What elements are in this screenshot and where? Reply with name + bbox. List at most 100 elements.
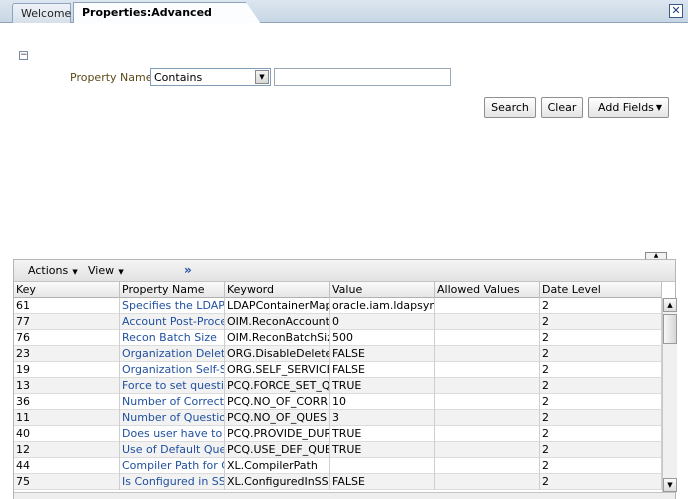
table-footer [14, 492, 675, 499]
property-name-link[interactable]: Recon Batch Size [120, 330, 225, 346]
property-name-label: Property Name [70, 71, 153, 84]
value-cell: FALSE [330, 346, 435, 362]
value-cell: TRUE [330, 442, 435, 458]
date-level-cell: 2 [540, 346, 662, 362]
key-cell: 23 [14, 346, 120, 362]
scroll-thumb[interactable] [663, 314, 677, 344]
property-name-link[interactable]: Does user have to pro [120, 426, 225, 442]
table-row[interactable]: 76 Recon Batch Size OIM.ReconBatchSize 500 2 [14, 330, 662, 346]
value-cell: FALSE [330, 362, 435, 378]
table-row[interactable]: 13Force to set questionPCQ.FORCE_SET_QUT… [14, 378, 662, 394]
scroll-down-icon[interactable]: ▼ [663, 478, 677, 492]
scroll-up-icon[interactable]: ▲ [663, 298, 677, 312]
key-cell: 19 [14, 362, 120, 378]
property-name-link[interactable]: Is Configured in SSI M [120, 474, 225, 490]
property-name-link[interactable]: Account Post-Process [120, 314, 225, 330]
table-row[interactable]: 75Is Configured in SSI MXL.ConfiguredInS… [14, 474, 662, 490]
chevron-down-icon: ▼ [655, 103, 662, 112]
operator-select-value: Contains [154, 71, 203, 84]
property-name-link[interactable]: Organization Delete/D [120, 346, 225, 362]
allowed-values-cell [435, 362, 540, 378]
value-cell: 0 [330, 314, 435, 330]
date-level-cell: 2 [540, 378, 662, 394]
column-header-key[interactable]: Key [14, 282, 120, 298]
keyword-cell: PCQ.NO_OF_CORRE [227, 394, 330, 410]
value-cell: TRUE [330, 426, 435, 442]
clear-button[interactable]: Clear [541, 97, 583, 118]
more-actions-icon[interactable]: » [184, 263, 192, 277]
property-name-link[interactable]: Force to set question [120, 378, 225, 394]
tab-welcome[interactable]: Welcome [12, 3, 71, 23]
allowed-values-cell [435, 410, 540, 426]
table-row[interactable]: 44Compiler Path for CorXL.CompilerPath 2 [14, 458, 662, 474]
date-level-cell: 2 [540, 330, 662, 346]
add-fields-label: Add Fields [598, 101, 654, 114]
keyword-cell: PCQ.NO_OF_QUES [225, 410, 330, 426]
table-row[interactable]: 40Does user have to proPCQ.PROVIDE_DURIN… [14, 426, 662, 442]
property-name-input[interactable] [274, 68, 451, 86]
keyword-cell: OIM.ReconAccountPo [227, 314, 330, 330]
allowed-values-cell [435, 314, 540, 330]
value-cell: 3 [330, 410, 435, 426]
operator-select[interactable]: Contains ▼ [150, 68, 271, 86]
table-row[interactable]: 23Organization Delete/DORG.DisableDelete… [14, 346, 662, 362]
value-cell: 10 [330, 394, 435, 410]
column-header-keyword[interactable]: Keyword [225, 282, 330, 298]
property-name-link[interactable]: Use of Default Questi [120, 442, 225, 458]
key-cell: 61 [14, 298, 120, 314]
key-cell: 11 [14, 410, 120, 426]
allowed-values-cell [435, 378, 540, 394]
table-row[interactable]: 77Account Post-ProcessOIM.ReconAccountPo… [14, 314, 662, 330]
view-label: View [88, 264, 115, 277]
table-body: 61Specifies the LDAP coLDAPContainerMapp… [14, 298, 662, 492]
actions-menu[interactable]: Actions ▼ [28, 264, 78, 277]
key-cell: 40 [14, 426, 120, 442]
advanced-search-panel: − Property Name Contains ▼ Search Clear … [0, 23, 688, 499]
close-icon[interactable]: ✕ [669, 4, 683, 18]
property-name-link[interactable]: Organization Self-Ser [120, 362, 225, 378]
caret-down-icon: ▼ [116, 268, 124, 276]
value-cell: oracle.iam.ldapsync.i [332, 298, 435, 314]
keyword-cell: OIM.ReconBatchSize [227, 330, 330, 346]
property-name-link[interactable]: Compiler Path for Cor [120, 458, 225, 474]
search-button[interactable]: Search [484, 97, 536, 118]
property-name-link[interactable]: Number of Questions [120, 410, 225, 426]
column-header-allowed-values[interactable]: Allowed Values [435, 282, 540, 298]
tab-properties-advanced-search[interactable]: Properties:Advanced Search [73, 2, 261, 24]
keyword-cell: ORG.DisableDeleteAc [225, 346, 330, 362]
table-row[interactable]: 11Number of QuestionsPCQ.NO_OF_QUES3 2 [14, 410, 662, 426]
keyword-cell: XL.CompilerPath [225, 458, 330, 474]
caret-down-icon: ▼ [70, 268, 78, 276]
key-cell: 44 [14, 458, 120, 474]
column-header-value[interactable]: Value [330, 282, 435, 298]
key-cell: 36 [14, 394, 120, 410]
value-cell: FALSE [330, 474, 435, 490]
date-level-cell: 2 [540, 410, 662, 426]
property-name-link[interactable]: Number of Correct An [120, 394, 225, 410]
allowed-values-cell [435, 442, 540, 458]
table-row[interactable]: 19Organization Self-SerORG.SELF_SERVICEA… [14, 362, 662, 378]
allowed-values-cell [435, 474, 540, 490]
column-header-property-name[interactable]: Property Name [120, 282, 225, 298]
allowed-values-cell [435, 426, 540, 442]
column-header-date-level[interactable]: Date Level [540, 282, 662, 298]
key-cell: 13 [14, 378, 120, 394]
keyword-cell: LDAPContainerMappe [225, 298, 330, 314]
table-row[interactable]: 36Number of Correct AnPCQ.NO_OF_CORRE10 2 [14, 394, 662, 410]
results-table: Actions ▼ View ▼ » Key Property Name Key… [13, 259, 677, 499]
property-name-link[interactable]: Specifies the LDAP co [120, 298, 225, 314]
collapse-icon[interactable]: − [19, 51, 28, 60]
table-row[interactable]: 61Specifies the LDAP coLDAPContainerMapp… [14, 298, 662, 314]
keyword-cell: PCQ.PROVIDE_DURIN [225, 426, 330, 442]
value-cell [330, 458, 435, 474]
key-cell: 12 [14, 442, 120, 458]
key-cell: 77 [14, 314, 120, 330]
vertical-scrollbar[interactable]: ▲ ▼ [662, 298, 677, 492]
add-fields-button[interactable]: Add Fields ▼ [588, 97, 669, 118]
table-row[interactable]: 12Use of Default QuestiPCQ.USE_DEF_QUEST… [14, 442, 662, 458]
allowed-values-cell [435, 346, 540, 362]
view-menu[interactable]: View ▼ [88, 264, 124, 277]
chevron-down-icon[interactable]: ▼ [255, 70, 269, 84]
allowed-values-cell [435, 394, 540, 410]
actions-label: Actions [28, 264, 69, 277]
